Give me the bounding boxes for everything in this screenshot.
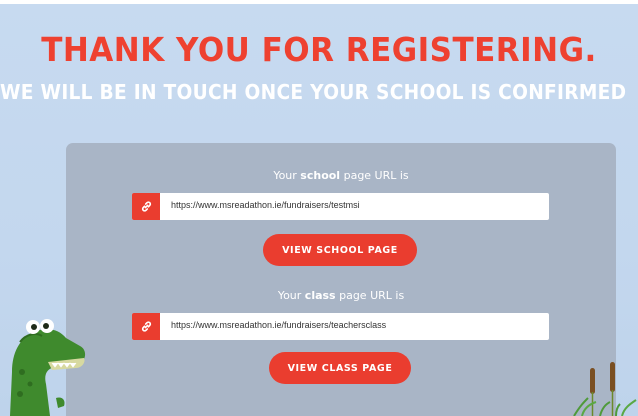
school-link-icon-box[interactable]	[132, 193, 160, 220]
class-label-prefix: Your	[277, 289, 305, 302]
class-url-text[interactable]: https://www.msreadathon.ie/fundraisers/t…	[171, 320, 386, 330]
class-label-suffix: page URL is	[335, 289, 405, 302]
link-icon	[141, 321, 151, 332]
top-border	[0, 0, 638, 4]
class-url-label: Your class page URL is	[66, 289, 616, 302]
school-label-suffix: page URL is	[340, 169, 409, 182]
class-url-field[interactable]: https://www.msreadathon.ie/fundraisers/t…	[132, 313, 549, 340]
school-label-bold: school	[300, 169, 341, 182]
reeds-decoration-icon	[573, 362, 637, 416]
page-title: THANK YOU FOR REGISTERING.	[41, 30, 597, 69]
class-link-icon-box[interactable]	[132, 313, 160, 340]
school-url-text[interactable]: https://www.msreadathon.ie/fundraisers/t…	[171, 200, 360, 210]
school-url-label: Your school page URL is	[66, 169, 616, 182]
view-school-page-button[interactable]: VIEW SCHOOL PAGE	[263, 234, 417, 266]
registration-card: Your school page URL is https://www.msre…	[66, 143, 616, 416]
school-label-prefix: Your	[273, 169, 301, 182]
link-icon	[141, 201, 151, 212]
dinosaur-mascot-icon	[10, 319, 86, 416]
view-class-page-button[interactable]: VIEW CLASS PAGE	[269, 352, 411, 384]
class-label-bold: class	[304, 289, 336, 302]
school-url-field[interactable]: https://www.msreadathon.ie/fundraisers/t…	[132, 193, 549, 220]
page-subtitle: WE WILL BE IN TOUCH ONCE YOUR SCHOOL IS …	[0, 80, 627, 104]
